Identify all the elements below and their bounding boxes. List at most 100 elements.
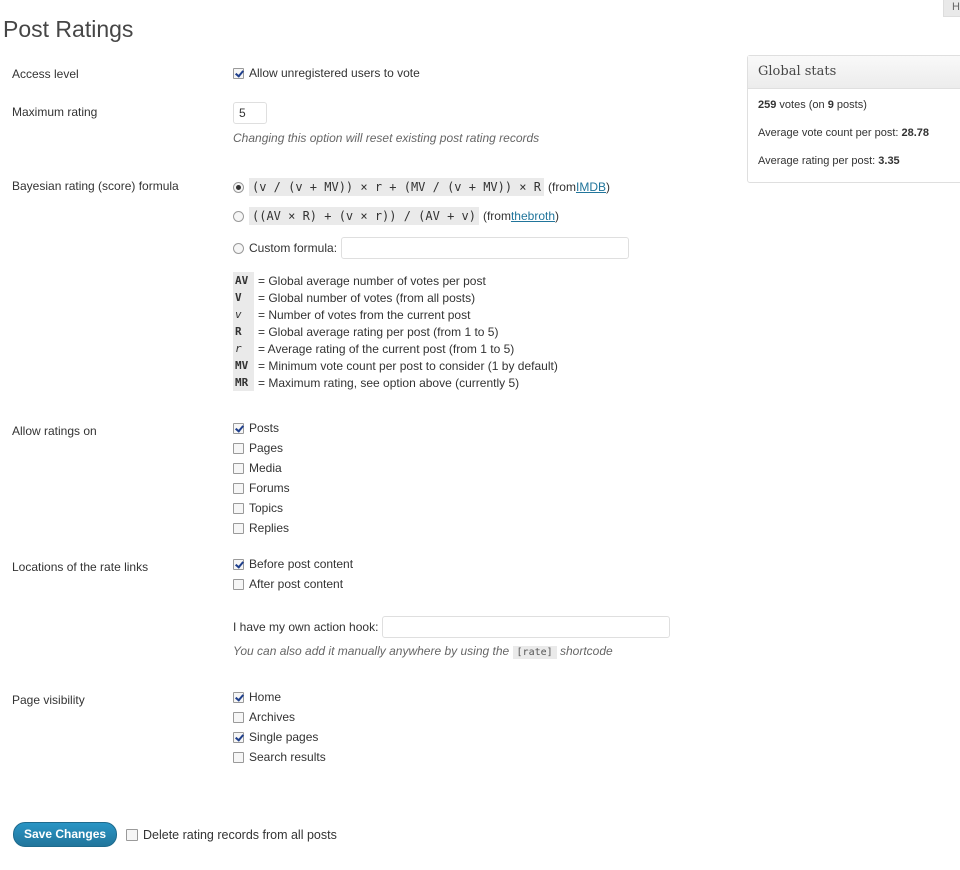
legend-key: R [233, 323, 254, 340]
legend-key: AV [233, 272, 254, 289]
stats-avg-rating-value: 3.35 [878, 155, 900, 167]
formula-imdb-expression: (v / (v + MV)) × r + (MV / (v + MV)) × R [249, 178, 544, 196]
page-visibility-label: Page visibility [12, 693, 85, 707]
forums-label: Forums [249, 481, 290, 495]
legend-row: MR = Maximum rating, see option above (cu… [233, 374, 558, 391]
maximum-rating-note: Changing this option will reset existing… [233, 131, 540, 145]
legend-text: = Global average number of votes per pos… [258, 273, 486, 288]
legend-key: V [233, 289, 254, 306]
posts-label: Posts [249, 421, 280, 435]
legend-text: = Maximum rating, see option above (curr… [258, 375, 520, 390]
rating-option-posts[interactable]: Posts [233, 421, 279, 435]
imdb-link[interactable]: IMDB [576, 180, 606, 194]
shortcode-note-suffix: shortcode [560, 644, 613, 658]
archives-checkbox[interactable] [233, 711, 244, 723]
global-stats-title: Global stats [748, 56, 960, 89]
before-content-label: Before post content [249, 557, 354, 571]
formula-imdb-radio[interactable] [233, 181, 244, 193]
rating-option-topics[interactable]: Topics [233, 501, 283, 515]
legend-text: = Minimum vote count per post to conside… [258, 358, 558, 373]
locations-label: Locations of the rate links [12, 560, 149, 574]
custom-formula-label: Custom formula: [249, 241, 338, 255]
formula-legend: AV = Global average number of votes per p… [233, 272, 558, 391]
pages-checkbox[interactable] [233, 442, 244, 454]
rating-option-media[interactable]: Media [233, 461, 282, 475]
formula-imdb-close: ) [605, 180, 610, 194]
location-option-after[interactable]: After post content [233, 577, 343, 591]
formula-option-thebroth[interactable]: ((AV × R) + (v × r)) / (AV + v) (from th… [233, 207, 559, 225]
maximum-rating-input[interactable] [233, 102, 267, 124]
after-content-checkbox[interactable] [233, 578, 244, 590]
visibility-option-single[interactable]: Single pages [233, 730, 318, 744]
stats-avg-rating-label: Average rating per post: [758, 155, 876, 167]
stats-avg-vote-value: 28.78 [901, 127, 930, 139]
allow-unregistered-checkbox[interactable] [233, 67, 244, 79]
posts-checkbox[interactable] [233, 422, 244, 434]
delete-records-label: Delete rating records from all posts [143, 828, 337, 842]
before-content-checkbox[interactable] [233, 558, 244, 570]
formula-thebroth-expression: ((AV × R) + (v × r)) / (AV + v) [249, 207, 479, 225]
legend-key: r [233, 340, 254, 357]
action-hook-input[interactable] [382, 616, 671, 638]
maximum-rating-label: Maximum rating [12, 105, 98, 119]
access-level-option[interactable]: Allow unregistered users to vote [233, 66, 420, 80]
home-label: Home [249, 690, 282, 704]
visibility-option-archives[interactable]: Archives [233, 710, 295, 724]
stats-votes-line: 259 votes (on 9 posts) [758, 99, 867, 111]
custom-formula-input[interactable] [341, 237, 630, 259]
legend-row: R = Global average rating per post (from … [233, 323, 558, 340]
action-hook-label: I have my own action hook: [233, 620, 379, 634]
formula-option-custom[interactable]: Custom formula: [233, 237, 630, 259]
location-option-before[interactable]: Before post content [233, 557, 353, 571]
delete-records-checkbox[interactable] [126, 829, 138, 841]
legend-text: = Global number of votes (from all posts… [258, 290, 476, 305]
formula-imdb-from: (from [547, 180, 576, 194]
home-checkbox[interactable] [233, 691, 244, 703]
formula-custom-radio[interactable] [233, 242, 244, 254]
formula-option-imdb[interactable]: (v / (v + MV)) × r + (MV / (v + MV)) × R… [233, 178, 610, 196]
legend-row: V = Global number of votes (from all post… [233, 289, 558, 306]
single-pages-checkbox[interactable] [233, 731, 244, 743]
formula-thebroth-close: ) [555, 209, 560, 223]
legend-key: MV [233, 357, 254, 374]
legend-row: r = Average rating of the current post (f… [233, 340, 558, 357]
bayesian-formula-label: Bayesian rating (score) formula [12, 179, 179, 193]
replies-checkbox[interactable] [233, 522, 244, 534]
legend-text: = Number of votes from the current post [258, 307, 471, 322]
shortcode-note-prefix: You can also add it manually anywhere by… [233, 644, 510, 658]
stats-posts-count: 9 [827, 99, 834, 111]
stats-avg-vote-label: Average vote count per post: [758, 127, 899, 139]
media-label: Media [249, 461, 282, 475]
formula-thebroth-radio[interactable] [233, 210, 244, 222]
legend-text: = Global average rating per post (from 1… [258, 324, 499, 339]
visibility-option-search[interactable]: Search results [233, 750, 326, 764]
legend-row: v = Number of votes from the current post [233, 306, 558, 323]
delete-records-option[interactable]: Delete rating records from all posts [126, 828, 337, 842]
archives-label: Archives [249, 710, 296, 724]
help-tab[interactable]: H [943, 0, 960, 17]
topics-checkbox[interactable] [233, 502, 244, 514]
search-results-checkbox[interactable] [233, 751, 244, 763]
stats-votes-count: 259 [758, 99, 777, 111]
search-results-label: Search results [249, 750, 326, 764]
access-level-label: Access level [12, 67, 79, 81]
media-checkbox[interactable] [233, 462, 244, 474]
shortcode-code: [rate] [512, 646, 557, 659]
save-changes-button[interactable]: Save Changes [13, 822, 118, 847]
rating-option-replies[interactable]: Replies [233, 521, 289, 535]
stats-votes-mid: votes (on [779, 99, 825, 111]
legend-row: AV = Global average number of votes per p… [233, 272, 558, 289]
legend-text: = Average rating of the current post (fr… [258, 341, 515, 356]
legend-key: MR [233, 374, 254, 391]
visibility-option-home[interactable]: Home [233, 690, 281, 704]
rating-option-forums[interactable]: Forums [233, 481, 290, 495]
legend-key: v [233, 306, 254, 323]
thebroth-link[interactable]: thebroth [511, 209, 555, 223]
formula-thebroth-from: (from [482, 209, 511, 223]
rating-option-pages[interactable]: Pages [233, 441, 283, 455]
global-stats-box: Global stats 259 votes (on 9 posts) Aver… [747, 55, 960, 183]
forums-checkbox[interactable] [233, 482, 244, 494]
stats-avg-rating-line: Average rating per post: 3.35 [758, 155, 900, 167]
single-pages-label: Single pages [249, 730, 319, 744]
after-content-label: After post content [249, 577, 344, 591]
